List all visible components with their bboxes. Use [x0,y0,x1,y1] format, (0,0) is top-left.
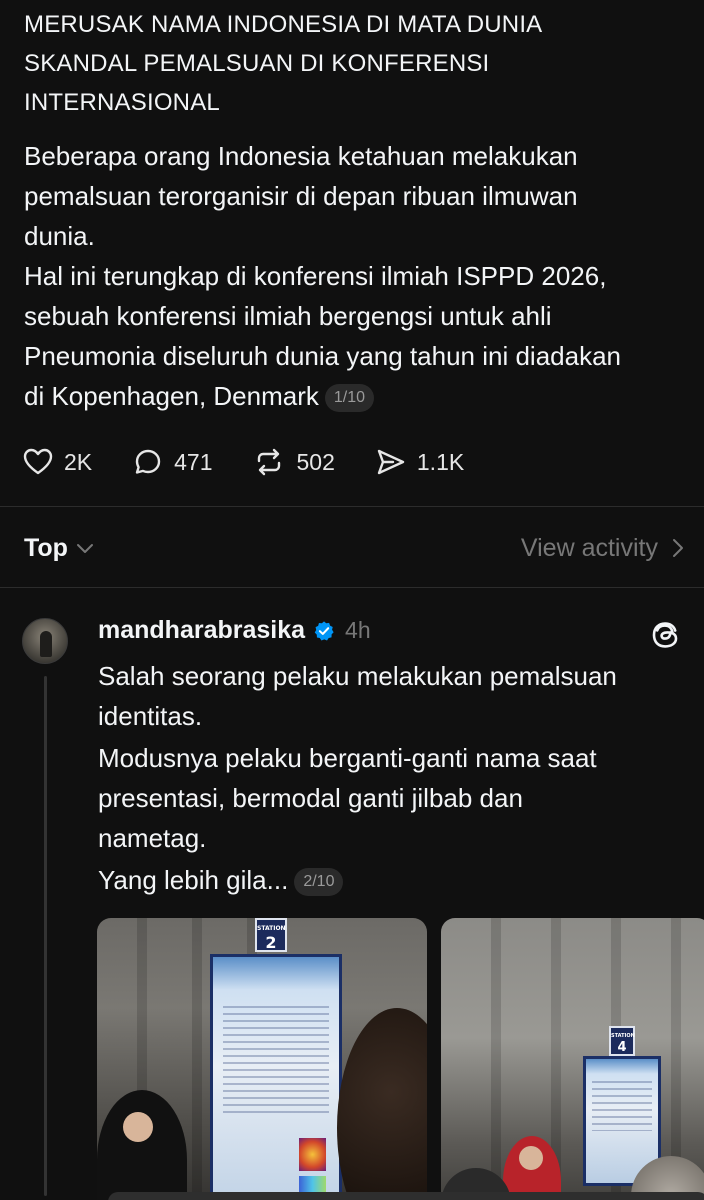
reply-header: mandharabrasika 4h [98,616,371,645]
reply-post: mandharabrasika 4h Salah seorang pelaku … [0,588,704,1200]
repost-button[interactable]: 502 [253,446,335,478]
poster-table [591,1081,653,1131]
photo-conference-poster-2[interactable]: STATION 4 [441,918,704,1200]
curtain-fold [491,918,501,1200]
thread-counter-badge: 2/10 [294,868,344,896]
post-body-line: sebuah konferensi ilmiah bergengsi untuk… [24,301,552,331]
station-sign: STATION 2 [255,918,287,952]
post-body-last-line: di Kopenhagen, Denmark 1/10 [24,376,684,416]
bottom-sheet-handle [108,1192,704,1200]
comment-button[interactable]: 471 [132,446,213,478]
avatar-figure [40,631,52,657]
post-title-line: MERUSAK NAMA INDONESIA DI MATA DUNIA [24,11,543,38]
station-sign: STATION 4 [609,1026,635,1056]
curtain-fold [192,918,202,1200]
sort-dropdown[interactable]: Top [24,534,94,563]
station-sign-number: 4 [617,1040,627,1055]
repost-icon [257,448,280,476]
comment-count: 471 [174,448,213,475]
post-title: MERUSAK NAMA INDONESIA DI MATA DUNIA SKA… [24,0,684,122]
heart-icon [23,448,53,475]
post-body: Beberapa orang Indonesia ketahuan melaku… [24,136,684,416]
reply-last-line: Yang lebih gila... 2/10 [98,860,688,900]
chevron-down-icon [76,544,93,553]
reply-paragraph: Modusnya pelaku berganti-ganti nama saat… [98,738,688,858]
view-activity-link[interactable]: View activity [521,534,684,563]
reply-line: Yang lebih gila... [98,865,289,895]
post-actions: 2K 471 502 1.1K [22,446,504,478]
repost-count: 502 [296,448,335,475]
post-body-line: Beberapa orang Indonesia ketahuan melaku… [24,141,578,171]
reply-line: Salah seorang pelaku melakukan pemalsuan [98,661,617,691]
presenter-face [123,1112,153,1142]
share-count: 1.1K [416,448,465,475]
station-sign-number: 2 [265,933,277,952]
replies-header: Top View activity [24,528,684,568]
comment-icon [135,449,161,474]
thread-line [44,676,47,1196]
view-activity-label: View activity [520,533,658,562]
like-button[interactable]: 2K [22,446,92,478]
post-title-line: INTERNASIONAL [24,89,220,116]
poster-table [223,1006,329,1116]
like-count: 2K [64,448,93,475]
reply-line: identitas. [98,701,203,731]
research-poster [210,954,342,1200]
sort-label: Top [24,533,68,562]
post-body-line: Hal ini terungkap di konferensi ilmiah I… [24,261,607,291]
post-body-line: Pneumonia diseluruh dunia yang tahun ini… [24,341,621,371]
timestamp: 4h [345,617,371,643]
reply-body: Salah seorang pelaku melakukan pemalsuan… [98,656,688,902]
audience-head [337,1008,427,1200]
presenter-figure [97,1090,187,1200]
chevron-right-icon [673,539,683,557]
threads-logo-icon[interactable] [648,618,682,652]
share-button[interactable]: 1.1K [375,446,464,478]
reply-paragraph: Salah seorang pelaku melakukan pemalsuan… [98,656,688,736]
reply-line: presentasi, bermodal ganti jilbab dan [98,783,523,813]
post-body-line: di Kopenhagen, Denmark [24,381,319,411]
reply-paragraph: Yang lebih gila... 2/10 [98,860,688,900]
poster-heatmap [298,1137,327,1171]
reply-line: Modusnya pelaku berganti-ganti nama saat [98,743,597,773]
main-post: MERUSAK NAMA INDONESIA DI MATA DUNIA SKA… [24,0,684,416]
reply-line: nametag. [98,823,207,853]
avatar[interactable] [22,618,68,664]
verified-badge-icon [314,620,334,641]
post-title-line: SKANDAL PEMALSUAN DI KONFERENSI [24,50,490,77]
send-icon [377,449,405,475]
presenter-face [519,1146,543,1170]
post-body-line: pemalsuan terorganisir di depan ribuan i… [24,181,578,211]
username[interactable]: mandharabrasika [98,616,305,645]
photo-conference-poster-1[interactable]: STATION 2 [97,918,427,1200]
post-body-line: dunia. [24,221,95,251]
divider [0,506,704,507]
thread-counter-badge: 1/10 [324,384,375,412]
